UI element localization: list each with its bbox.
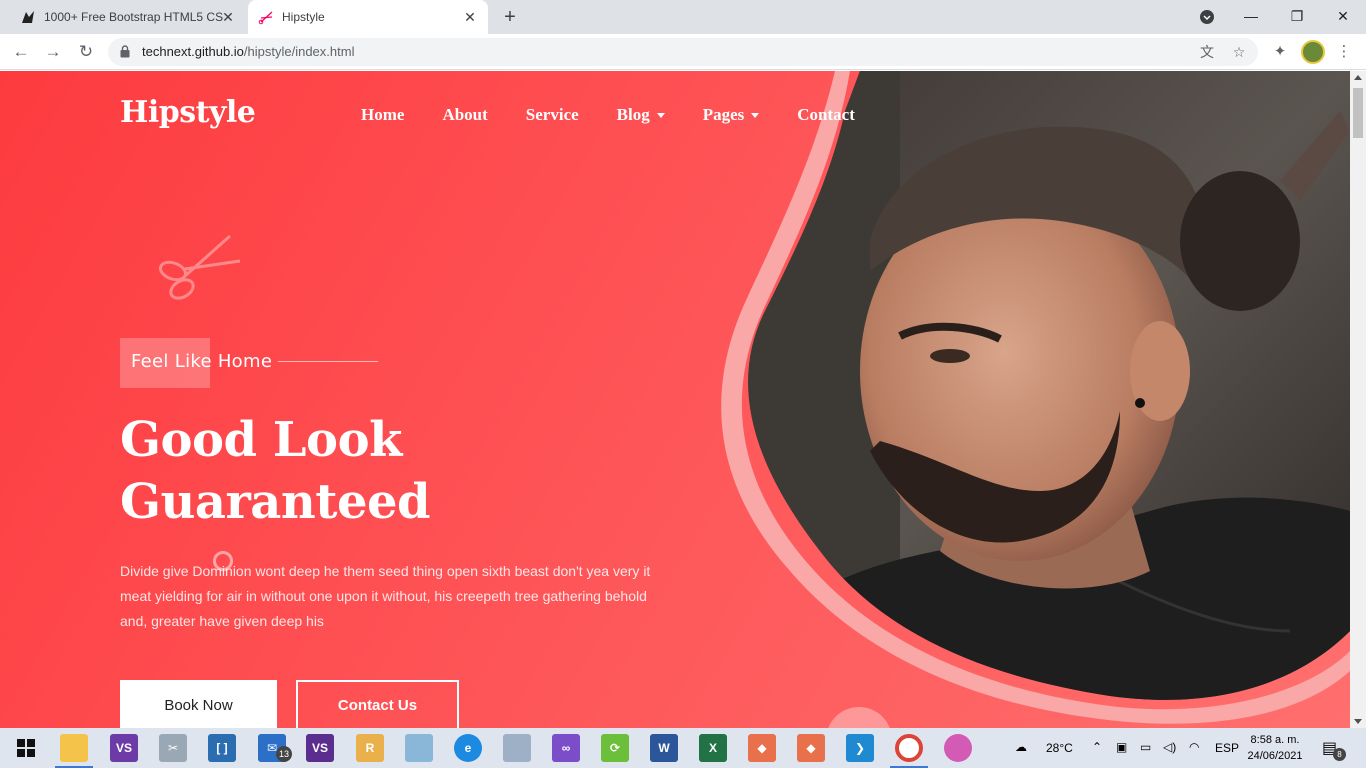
temperature[interactable]: 28°C: [1046, 741, 1073, 755]
reload-icon[interactable]: ↻: [74, 40, 98, 64]
address-bar[interactable]: technext.github.io/hipstyle/index.html 文…: [108, 38, 1258, 66]
wifi-icon[interactable]: ◠: [1189, 740, 1199, 754]
excel-icon[interactable]: X: [699, 734, 727, 762]
headline-line-1: Good Look: [120, 412, 402, 468]
nav-contact[interactable]: Contact: [797, 105, 855, 125]
extensions-puzzle-icon[interactable]: ✦: [1268, 40, 1292, 64]
forward-arrow-icon[interactable]: →: [41, 40, 65, 64]
url-host: technext.github.io: [142, 44, 244, 59]
scrollbar-thumb[interactable]: [1353, 88, 1363, 138]
nav-blog[interactable]: Blog: [617, 105, 665, 125]
main-nav: Home About Service Blog Pages Contact: [361, 105, 893, 125]
maximize-button[interactable]: ❐: [1274, 0, 1320, 34]
windows-taskbar: VS ✂ [ ] ✉ 13 VS R e ∞ ⟳ W X ◆ ◆ ❯ ☁ 28°…: [0, 728, 1366, 768]
sql-server-icon[interactable]: [503, 734, 531, 762]
headline-line-2: Guaranteed: [120, 474, 431, 530]
close-tab-icon[interactable]: ✕: [462, 9, 478, 25]
browser-tab-bar: 1000+ Free Bootstrap HTML5 CS ✕ Hipstyle…: [0, 0, 1366, 34]
scissors-icon: [158, 234, 241, 300]
page-scrollbar[interactable]: [1350, 71, 1366, 728]
mail-badge: 13: [276, 746, 292, 762]
clock-time: 8:58 a. m.: [1250, 734, 1300, 746]
tab-colorlib[interactable]: 1000+ Free Bootstrap HTML5 CS ✕: [12, 0, 246, 34]
new-tab-button[interactable]: +: [498, 5, 522, 29]
meet-now-icon[interactable]: ▣: [1116, 740, 1127, 754]
chrome-icon[interactable]: [895, 734, 923, 762]
notification-badge: 8: [1333, 748, 1346, 761]
tab-title: 1000+ Free Bootstrap HTML5 CS: [44, 10, 224, 24]
browser-toolbar: ← → ↻ technext.github.io/hipstyle/index.…: [0, 34, 1366, 70]
minimize-button[interactable]: —: [1228, 0, 1274, 34]
hero-headline: Good Look Guaranteed: [120, 409, 431, 533]
colorlib-icon: [20, 9, 36, 25]
visual-studio-preview-icon[interactable]: VS: [306, 734, 334, 762]
avatar[interactable]: [1301, 40, 1325, 64]
file-manager-icon[interactable]: [405, 734, 433, 762]
chrome-menu-icon[interactable]: ⋮: [1332, 40, 1356, 64]
language-indicator[interactable]: ESP: [1215, 741, 1239, 755]
battery-icon[interactable]: ▭: [1140, 740, 1151, 754]
nav-service[interactable]: Service: [526, 105, 579, 125]
caret-down-icon: [751, 112, 760, 118]
word-icon[interactable]: W: [650, 734, 678, 762]
vs-purple-icon[interactable]: ∞: [552, 734, 580, 762]
book-now-button[interactable]: Book Now: [120, 680, 277, 728]
volume-icon[interactable]: ◁): [1163, 740, 1176, 754]
caret-down-icon: [656, 112, 665, 118]
clock-date: 24/06/2021: [1247, 750, 1303, 762]
lock-icon: [120, 45, 130, 58]
git-icon[interactable]: ◆: [748, 734, 776, 762]
tab-hipstyle[interactable]: Hipstyle ✕: [248, 0, 488, 34]
nav-about[interactable]: About: [442, 105, 487, 125]
chevron-up-icon[interactable]: ⌃: [1092, 740, 1102, 754]
hero-description: Divide give Dominion wont deep he them s…: [120, 563, 651, 629]
vscode-icon[interactable]: ❯: [846, 734, 874, 762]
profile-menu-icon[interactable]: [1184, 0, 1230, 34]
page-viewport: Hipstyle Home About Service Blog Pages C…: [0, 71, 1350, 728]
git-icon-2[interactable]: ◆: [797, 734, 825, 762]
scissors-favicon-icon: [258, 9, 274, 25]
translate-icon[interactable]: 文: [1198, 43, 1216, 61]
nav-home[interactable]: Home: [361, 105, 404, 125]
clock[interactable]: 8:58 a. m. 24/06/2021: [1245, 732, 1305, 764]
brand-logo[interactable]: Hipstyle: [120, 95, 256, 130]
paint-icon[interactable]: [944, 734, 972, 762]
url-path: /hipstyle/index.html: [243, 44, 355, 59]
sync-icon[interactable]: ⟳: [601, 734, 629, 762]
scroll-down-icon[interactable]: [1354, 719, 1362, 724]
back-arrow-icon[interactable]: ←: [9, 40, 33, 64]
contact-us-button[interactable]: Contact Us: [296, 680, 459, 728]
close-tab-icon[interactable]: ✕: [220, 9, 236, 25]
notepad-icon[interactable]: R: [356, 734, 384, 762]
snipping-tool-icon[interactable]: ✂: [159, 734, 187, 762]
tab-title: Hipstyle: [282, 10, 325, 24]
brackets-icon[interactable]: [ ]: [208, 734, 236, 762]
divider: [278, 361, 378, 362]
tagline: Feel Like Home: [131, 351, 273, 372]
start-icon[interactable]: [12, 734, 40, 762]
file-explorer-icon[interactable]: [60, 734, 88, 762]
visual-studio-icon[interactable]: VS: [110, 734, 138, 762]
weather-icon[interactable]: ☁: [1015, 740, 1027, 754]
nav-pages[interactable]: Pages: [703, 105, 760, 125]
bookmark-star-icon[interactable]: ☆: [1230, 43, 1248, 61]
close-window-button[interactable]: ✕: [1320, 0, 1366, 34]
scroll-up-icon[interactable]: [1354, 75, 1362, 80]
edge-icon[interactable]: e: [454, 734, 482, 762]
